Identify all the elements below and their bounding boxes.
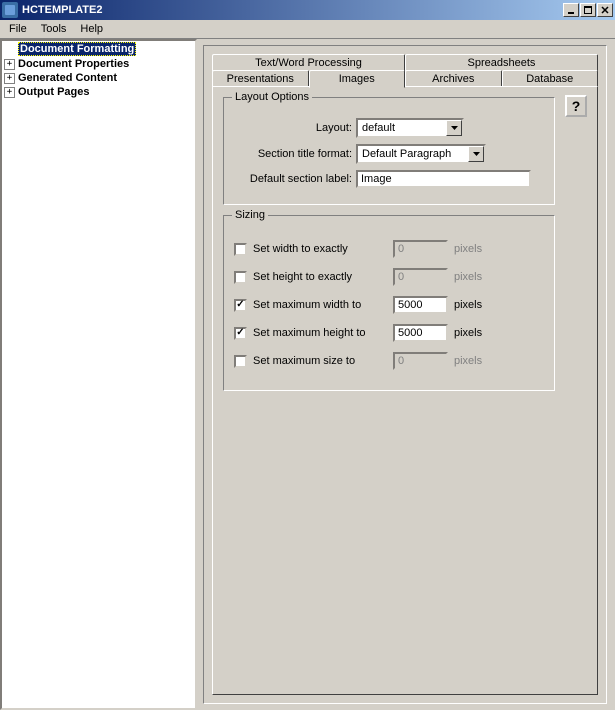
sizing-label: Set height to exactly — [253, 271, 393, 283]
section-title-select[interactable]: Default Paragraph — [356, 144, 486, 164]
sizing-unit: pixels — [454, 271, 482, 283]
sizing-row-max-height: Set maximum height to pixels — [234, 324, 544, 342]
sizing-label: Set maximum width to — [253, 299, 393, 311]
default-section-label: Default section label: — [234, 173, 352, 185]
groupbox-sizing: Sizing Set width to exactly pixels Set h… — [223, 215, 555, 391]
sizing-row-width-exact: Set width to exactly pixels — [234, 240, 544, 258]
sizing-value-input[interactable] — [393, 296, 448, 314]
sizing-row-height-exact: Set height to exactly pixels — [234, 268, 544, 286]
menu-help[interactable]: Help — [73, 21, 110, 37]
checkbox-set-max-width[interactable] — [234, 299, 247, 312]
dropdown-icon — [446, 120, 462, 136]
groupbox-layout-options: Layout Options Layout: default Section t… — [223, 97, 555, 205]
sizing-label: Set maximum height to — [253, 327, 393, 339]
tree-label: Document Formatting — [18, 42, 136, 56]
window-title: HCTEMPLATE2 — [22, 4, 563, 16]
default-section-input[interactable] — [356, 170, 531, 188]
checkbox-set-max-size[interactable] — [234, 355, 247, 368]
navigation-tree: Document Formatting + Document Propertie… — [0, 39, 197, 710]
help-button[interactable]: ? — [565, 95, 587, 117]
sizing-label: Set width to exactly — [253, 243, 393, 255]
tab-content-images: ? Layout Options Layout: default Section… — [212, 86, 598, 695]
tab-archives[interactable]: Archives — [405, 70, 502, 87]
layout-value: default — [358, 122, 446, 134]
groupbox-legend: Sizing — [232, 209, 268, 221]
sizing-unit: pixels — [454, 355, 482, 367]
checkbox-set-height-exact[interactable] — [234, 271, 247, 284]
sizing-value-input[interactable] — [393, 324, 448, 342]
sizing-value-input — [393, 268, 448, 286]
title-bar: HCTEMPLATE2 — [0, 0, 615, 20]
sizing-unit: pixels — [454, 299, 482, 311]
layout-label: Layout: — [234, 122, 352, 134]
section-title-label: Section title format: — [234, 148, 352, 160]
main-container: Document Formatting + Document Propertie… — [0, 39, 615, 710]
close-button[interactable] — [597, 3, 613, 17]
menu-tools[interactable]: Tools — [34, 21, 74, 37]
tree-expand-icon[interactable]: + — [4, 73, 15, 84]
section-title-value: Default Paragraph — [358, 148, 468, 160]
content-pane: Text/Word Processing Spreadsheets Presen… — [197, 39, 615, 710]
tree-item-output-pages[interactable]: + Output Pages — [2, 85, 195, 99]
sizing-value-input — [393, 240, 448, 258]
minimize-button[interactable] — [563, 3, 579, 17]
tab-spreadsheets[interactable]: Spreadsheets — [405, 54, 598, 71]
menu-bar: File Tools Help — [0, 20, 615, 39]
sizing-row-max-width: Set maximum width to pixels — [234, 296, 544, 314]
tab-presentations[interactable]: Presentations — [212, 70, 309, 87]
sizing-unit: pixels — [454, 243, 482, 255]
menu-file[interactable]: File — [2, 21, 34, 37]
checkbox-set-max-height[interactable] — [234, 327, 247, 340]
tab-text-word-processing[interactable]: Text/Word Processing — [212, 54, 405, 71]
tree-expand-icon[interactable]: + — [4, 87, 15, 98]
tree-item-document-formatting[interactable]: Document Formatting — [2, 41, 195, 57]
layout-select[interactable]: default — [356, 118, 464, 138]
tree-label: Output Pages — [18, 86, 90, 98]
tree-expand-none — [4, 44, 15, 55]
groupbox-legend: Layout Options — [232, 91, 312, 103]
tree-item-document-properties[interactable]: + Document Properties — [2, 57, 195, 71]
sizing-unit: pixels — [454, 327, 482, 339]
tree-label: Generated Content — [18, 72, 117, 84]
sizing-row-max-size: Set maximum size to pixels — [234, 352, 544, 370]
tab-strip: Text/Word Processing Spreadsheets Presen… — [212, 54, 598, 87]
tree-label: Document Properties — [18, 58, 129, 70]
content-inner: Text/Word Processing Spreadsheets Presen… — [203, 45, 607, 704]
tree-expand-icon[interactable]: + — [4, 59, 15, 70]
checkbox-set-width-exact[interactable] — [234, 243, 247, 256]
sizing-value-input — [393, 352, 448, 370]
tree-item-generated-content[interactable]: + Generated Content — [2, 71, 195, 85]
tab-images[interactable]: Images — [309, 70, 406, 88]
sizing-label: Set maximum size to — [253, 355, 393, 367]
tab-database[interactable]: Database — [502, 70, 599, 87]
maximize-button[interactable] — [580, 3, 596, 17]
dropdown-icon — [468, 146, 484, 162]
app-icon — [2, 2, 18, 18]
window-controls — [563, 3, 613, 17]
